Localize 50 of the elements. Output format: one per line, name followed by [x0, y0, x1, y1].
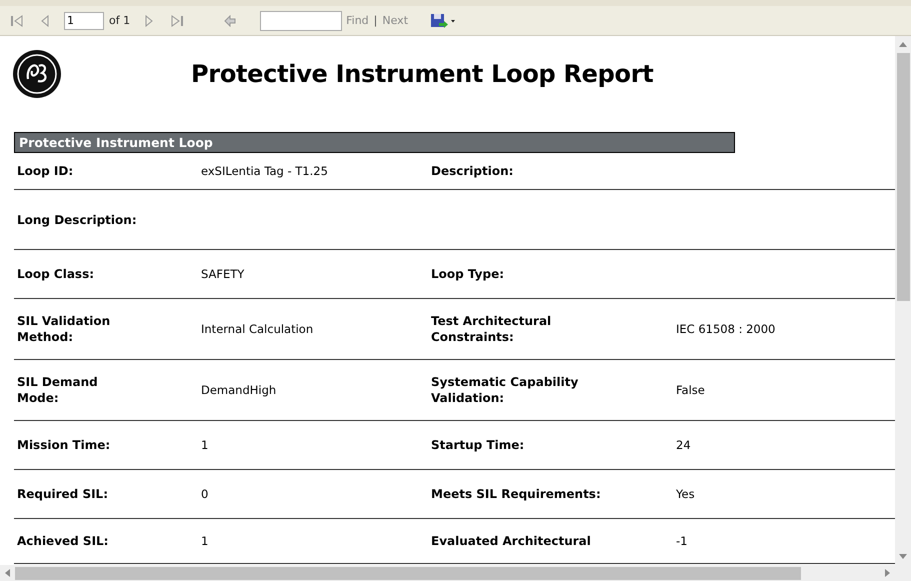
scroll-thumb[interactable]: [896, 53, 910, 301]
report-title: Protective Instrument Loop Report: [191, 60, 654, 88]
field-value: 24: [676, 437, 691, 453]
first-page-icon[interactable]: [10, 14, 24, 26]
scroll-right-icon[interactable]: [885, 569, 890, 577]
link-separator: |: [374, 14, 378, 27]
field-value: -1: [676, 533, 688, 549]
field-label: Systematic Capability Validation:: [431, 374, 580, 406]
vertical-scrollbar[interactable]: [895, 36, 911, 565]
field-value: Internal Calculation: [201, 321, 314, 337]
field-label: Description:: [431, 163, 514, 179]
save-disk-icon[interactable]: [430, 12, 456, 28]
field-label: SIL Demand Mode:: [16, 374, 99, 406]
field-label: Long Description:: [16, 212, 138, 228]
field-value: False: [676, 382, 705, 398]
scroll-down-icon[interactable]: [899, 554, 907, 559]
scroll-up-icon[interactable]: [899, 42, 907, 47]
field-label: Evaluated Architectural: [431, 533, 592, 549]
field-value: IEC 61508 : 2000: [676, 321, 776, 337]
previous-page-icon[interactable]: [40, 14, 50, 26]
field-label: Mission Time:: [16, 437, 112, 453]
field-label: Loop ID:: [16, 163, 74, 179]
field-label: Loop Type:: [431, 266, 506, 282]
find-field[interactable]: [260, 10, 342, 30]
field-label: Test Architectural Constraints:: [431, 313, 552, 345]
scroll-thumb[interactable]: [15, 566, 801, 580]
horizontal-scrollbar[interactable]: [0, 565, 911, 581]
field-value: exSILentia Tag - T1.25: [201, 163, 329, 179]
last-page-icon[interactable]: [170, 14, 184, 26]
field-value: 1: [201, 533, 210, 549]
field-label: Achieved SIL:: [16, 533, 110, 549]
page-number-field[interactable]: 1: [64, 12, 104, 30]
monogram-logo: [12, 49, 62, 99]
find-link[interactable]: Find: [346, 14, 369, 27]
back-arrow-icon[interactable]: [224, 14, 236, 26]
field-value: 1: [201, 437, 210, 453]
next-page-icon[interactable]: [144, 14, 154, 26]
field-label: Loop Class:: [16, 266, 96, 282]
scroll-left-icon[interactable]: [5, 569, 10, 577]
field-value: DemandHigh: [201, 382, 278, 398]
field-value: SAFETY: [201, 266, 246, 282]
field-label: Required SIL:: [16, 486, 110, 502]
field-label: SIL Validation Method:: [16, 313, 112, 345]
field-value: Yes: [676, 486, 695, 502]
field-value: 0: [201, 486, 210, 502]
page-count: of 1: [109, 14, 130, 27]
field-label: Meets SIL Requirements:: [431, 486, 602, 502]
next-link[interactable]: Next: [382, 14, 408, 27]
field-label: Startup Time:: [431, 437, 526, 453]
section-header: Protective Instrument Loop: [14, 132, 735, 153]
